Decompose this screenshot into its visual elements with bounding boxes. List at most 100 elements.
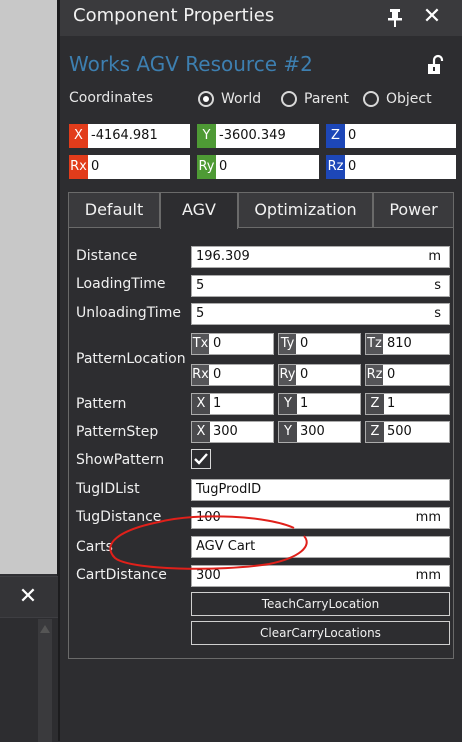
pin-icon[interactable]: [385, 7, 405, 29]
position-z-field[interactable]: Z 0: [326, 124, 456, 148]
teach-carry-location-button[interactable]: TeachCarryLocation: [191, 592, 450, 616]
pattern-y-field[interactable]: Y 1: [278, 393, 361, 415]
rz-tag: Rz: [366, 365, 383, 385]
pattern-step-y-field[interactable]: Y 300: [278, 421, 361, 443]
y-tag: Y: [279, 394, 297, 414]
close-icon[interactable]: ✕: [420, 5, 444, 29]
tug-distance-value: 100: [196, 510, 221, 525]
pattern-location-rx-value: 0: [213, 367, 222, 382]
radio-object-indicator[interactable]: [363, 91, 379, 107]
rx-tag: Rx: [192, 365, 209, 385]
rotation-y-field[interactable]: Ry 0: [197, 155, 319, 179]
rotation-x-field[interactable]: Rx 0: [69, 155, 190, 179]
cart-distance-field[interactable]: 300 mm: [191, 565, 450, 587]
y-axis-tag: Y: [197, 124, 216, 148]
show-pattern-label: ShowPattern: [76, 452, 165, 468]
coordinates-label: Coordinates: [69, 90, 154, 106]
carts-value: AGV Cart: [196, 539, 256, 554]
loading-time-field[interactable]: 5 s: [191, 275, 450, 297]
radio-parent[interactable]: Parent: [281, 88, 349, 110]
pattern-location-rx-field[interactable]: Rx 0: [191, 364, 274, 386]
rotation-x-value: 0: [91, 159, 100, 174]
pattern-x-field[interactable]: X 1: [191, 393, 274, 415]
pattern-location-label: PatternLocation: [76, 351, 186, 367]
secondary-panel-header: ✕: [0, 577, 58, 618]
tx-tag: Tx: [192, 334, 209, 354]
pattern-location-tx-value: 0: [213, 336, 222, 351]
pattern-location-tx-field[interactable]: Tx 0: [191, 333, 274, 355]
loading-time-label: LoadingTime: [76, 276, 166, 292]
position-y-field[interactable]: Y -3600.349: [197, 124, 319, 148]
position-x-value: -4164.981: [91, 128, 158, 143]
rotation-z-value: 0: [348, 159, 357, 174]
radio-world[interactable]: World: [198, 88, 261, 110]
show-pattern-checkbox[interactable]: [191, 449, 211, 469]
distance-value: 196.309: [196, 249, 250, 264]
pattern-location-tz-field[interactable]: Tz 810: [365, 333, 450, 355]
tab-default[interactable]: Default: [68, 192, 160, 228]
clear-carry-locations-button[interactable]: ClearCarryLocations: [191, 621, 450, 645]
x-axis-tag: X: [69, 124, 88, 148]
panel-title: Component Properties: [73, 5, 275, 26]
scroll-up-icon[interactable]: [40, 625, 50, 633]
loading-time-unit: s: [434, 278, 441, 293]
secondary-panel: ✕: [0, 576, 58, 742]
distance-field[interactable]: 196.309 m: [191, 246, 450, 268]
pattern-step-z-field[interactable]: Z 500: [365, 421, 450, 443]
pattern-location-rz-field[interactable]: Rz 0: [365, 364, 450, 386]
pattern-z-value: 1: [387, 396, 396, 411]
pattern-step-label: PatternStep: [76, 424, 159, 440]
tug-distance-label: TugDistance: [76, 509, 162, 525]
ty-tag: Ty: [279, 334, 296, 354]
unloading-time-field[interactable]: 5 s: [191, 303, 450, 325]
position-z-value: 0: [348, 128, 357, 143]
panel-titlebar: Component Properties ✕: [60, 0, 462, 36]
distance-label: Distance: [76, 248, 138, 264]
distance-unit: m: [428, 249, 441, 264]
tug-id-list-label: TugIDList: [76, 481, 140, 497]
rx-axis-tag: Rx: [69, 155, 88, 179]
carts-label: Carts: [76, 539, 113, 555]
pattern-z-field[interactable]: Z 1: [365, 393, 450, 415]
position-x-field[interactable]: X -4164.981: [69, 124, 190, 148]
pattern-step-x-field[interactable]: X 300: [191, 421, 274, 443]
pattern-step-x-value: 300: [213, 424, 238, 439]
secondary-panel-scrollbar[interactable]: [38, 619, 52, 742]
loading-time-value: 5: [196, 278, 205, 293]
rotation-z-field[interactable]: Rz 0: [326, 155, 456, 179]
position-y-value: -3600.349: [219, 128, 286, 143]
component-properties-panel: Component Properties ✕ Works AGV Resourc…: [60, 0, 462, 741]
radio-object[interactable]: Object: [363, 88, 432, 110]
3d-viewport[interactable]: [0, 0, 58, 574]
close-icon[interactable]: ✕: [16, 585, 40, 609]
ry-tag: Ry: [279, 365, 296, 385]
ry-axis-tag: Ry: [197, 155, 216, 179]
rz-axis-tag: Rz: [326, 155, 345, 179]
tug-id-list-field[interactable]: TugProdID: [191, 479, 450, 501]
unlock-icon[interactable]: [426, 54, 446, 76]
unloading-time-label: UnloadingTime: [76, 305, 181, 321]
tug-distance-unit: mm: [415, 510, 441, 525]
component-name[interactable]: Works AGV Resource #2: [69, 52, 313, 76]
z-tag: Z: [366, 394, 384, 414]
tab-optimization[interactable]: Optimization: [238, 192, 373, 228]
x-tag: X: [192, 394, 210, 414]
radio-parent-indicator[interactable]: [281, 91, 297, 107]
z-tag: Z: [366, 422, 384, 442]
pattern-location-rz-value: 0: [387, 367, 396, 382]
cart-distance-value: 300: [196, 568, 221, 583]
unloading-time-unit: s: [434, 306, 441, 321]
radio-object-label: Object: [386, 91, 432, 107]
y-tag: Y: [279, 422, 297, 442]
z-axis-tag: Z: [326, 124, 345, 148]
pattern-location-ty-field[interactable]: Ty 0: [278, 333, 361, 355]
tab-agv[interactable]: AGV: [160, 192, 238, 229]
cart-distance-label: CartDistance: [76, 567, 167, 583]
pattern-location-ry-field[interactable]: Ry 0: [278, 364, 361, 386]
rotation-y-value: 0: [219, 159, 228, 174]
tug-distance-field[interactable]: 100 mm: [191, 507, 450, 529]
tab-power[interactable]: Power: [373, 192, 454, 228]
carts-field[interactable]: AGV Cart: [191, 536, 450, 558]
pattern-y-value: 1: [300, 396, 309, 411]
radio-world-indicator[interactable]: [198, 91, 214, 107]
